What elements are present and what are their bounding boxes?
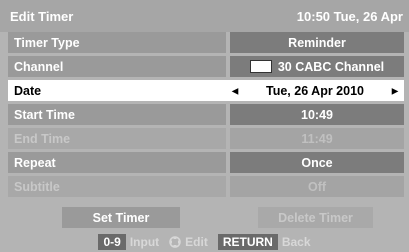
row-end-time: End Time 11:49 [8,128,404,149]
row-channel[interactable]: Channel 30 CABC Channel [8,56,404,77]
channel-label: Channel [8,56,226,77]
start-time-value[interactable]: 10:49 [230,104,404,125]
dialog-title: Edit Timer [10,8,74,24]
input-hint: Input [129,235,160,249]
set-timer-button[interactable]: Set Timer [62,207,180,228]
date-value[interactable]: ◀ Tue, 26 Apr 2010 ▶ [226,80,404,101]
return-key: RETURN [217,234,278,250]
row-timer-type[interactable]: Timer Type Reminder [8,32,404,53]
timer-type-label: Timer Type [8,32,226,53]
timer-type-value[interactable]: Reminder [230,32,404,53]
row-date[interactable]: Date ◀ Tue, 26 Apr 2010 ▶ [8,80,404,101]
channel-value[interactable]: 30 CABC Channel [230,56,404,77]
start-time-label: Start Time [8,104,226,125]
arrow-right-icon[interactable]: ▶ [392,86,398,95]
arrow-left-icon[interactable]: ◀ [232,86,238,95]
subtitle-label: Subtitle [8,176,226,197]
title-bar: Edit Timer 10:50 Tue, 26 Apr [0,0,409,32]
digits-key: 0-9 [98,234,126,250]
settings-list: Timer Type Reminder Channel 30 CABC Chan… [8,32,404,200]
date-label: Date [8,80,226,101]
clock: 10:50 Tue, 26 Apr [296,8,403,24]
row-repeat[interactable]: Repeat Once [8,152,404,173]
row-start-time[interactable]: Start Time 10:49 [8,104,404,125]
channel-name: 30 CABC Channel [277,59,385,74]
dpad-icon [169,236,181,248]
repeat-label: Repeat [8,152,226,173]
end-time-value: 11:49 [230,128,404,149]
date-text: Tue, 26 Apr 2010 [266,83,364,98]
repeat-value[interactable]: Once [230,152,404,173]
channel-logo-icon [249,60,272,73]
footer-hints: 0-9 Input Edit RETURN Back [0,232,409,252]
row-subtitle: Subtitle Off [8,176,404,197]
edit-hint: Edit [185,235,208,249]
subtitle-value: Off [230,176,404,197]
end-time-label: End Time [8,128,226,149]
delete-timer-button: Delete Timer [258,207,373,228]
edit-timer-dialog: Edit Timer 10:50 Tue, 26 Apr Timer Type … [0,0,409,252]
back-hint: Back [281,235,311,249]
